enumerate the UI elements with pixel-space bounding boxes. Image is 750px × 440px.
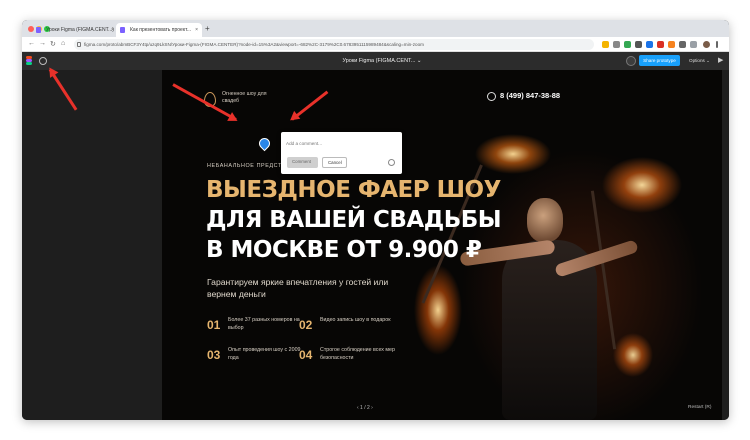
feature-item: 02 Видео запись шоу в подарок [299, 317, 394, 339]
file-title[interactable]: Уроки Figma (FIGMA.CENT... ⌄ [322, 52, 442, 70]
extension-icon[interactable] [668, 41, 675, 48]
feature-item: 03 Опыт проведения шоу с 2009 года [207, 347, 302, 369]
forward-icon[interactable]: → [39, 40, 46, 47]
chevron-down-icon: ⌄ [416, 58, 422, 64]
prototype-canvas[interactable]: Огненное шоу для свадеб 8 (499) 847-38-8… [22, 70, 729, 420]
emoji-icon[interactable] [388, 159, 395, 166]
phone-number[interactable]: 8 (499) 847-38-88 [500, 91, 560, 100]
figma-logo-icon[interactable] [26, 56, 32, 66]
present-icon[interactable]: ▶ [718, 56, 723, 64]
url-text: figma.com/proto/abmBCF3Y4tp/uzq9LkSN/Уро… [84, 42, 424, 47]
extension-icon[interactable] [624, 41, 631, 48]
feature-text: Более 37 разных номеров на выбор [228, 317, 300, 331]
share-prototype-button[interactable]: Share prototype [639, 55, 680, 66]
feature-number: 02 [299, 318, 313, 332]
feature-text: Опыт проведения шоу с 2009 года [228, 347, 301, 361]
close-tab-icon[interactable]: × [195, 23, 198, 37]
feature-item: 01 Более 37 разных номеров на выбор [207, 317, 302, 339]
cancel-comment-button[interactable]: Cancel [322, 157, 347, 168]
extension-icon[interactable] [690, 41, 697, 48]
back-icon[interactable]: ← [28, 40, 35, 47]
tab-strip: Уроки Figma (FIGMA.CENT...) × Как презен… [22, 20, 729, 37]
hero-headline: ВЫЕЗДНОЕ ФАЕР ШОУ ДЛЯ ВАШЕЙ СВАДЬБЫ В МО… [206, 175, 502, 265]
extension-icon[interactable] [646, 41, 653, 48]
extension-icon[interactable] [602, 41, 609, 48]
feature-number: 03 [207, 348, 221, 362]
feature-text: Видео запись шоу в подарок [320, 317, 391, 323]
home-icon[interactable]: ⌂ [61, 40, 65, 47]
feature-text: Строгое соблюдение всех мер безопасности [320, 347, 395, 361]
new-tab-button[interactable]: + [205, 23, 210, 35]
extension-icon[interactable] [657, 41, 664, 48]
eyebrow-text: НЕБАНАЛЬНОЕ ПРЕДСТ... [207, 163, 288, 169]
brand-name: Огненное шоу для свадеб [222, 91, 267, 104]
address-bar[interactable]: figma.com/proto/abmBCF3Y4tp/uzq9LkSN/Уро… [74, 39, 594, 50]
phone-icon [487, 92, 496, 101]
screenshot-stage: Уроки Figma (FIGMA.CENT...) × Как презен… [0, 0, 750, 440]
comment-popup: Comment Cancel [281, 132, 402, 174]
tab-title: Как презентовать проект... [130, 27, 191, 33]
browser-window: Уроки Figma (FIGMA.CENT...) × Как презен… [22, 20, 729, 420]
hero-subtitle: Гарантируем яркие впечатления у гостей и… [207, 277, 389, 299]
close-tab-icon[interactable]: × [111, 23, 114, 37]
feature-list: 01 Более 37 разных номеров на выбор 02 В… [207, 317, 407, 367]
profile-avatar-icon[interactable] [703, 41, 710, 48]
extension-icon[interactable] [613, 41, 620, 48]
comment-tool-icon[interactable] [39, 57, 47, 65]
browser-toolbar: ← → ↻ ⌂ figma.com/proto/abmBCF3Y4tp/uzq9… [22, 37, 729, 52]
tab-title: Уроки Figma (FIGMA.CENT...) [46, 27, 114, 33]
browser-tab-2[interactable]: Как презентовать проект... × [116, 23, 202, 37]
restart-button[interactable]: Restart (R) [688, 405, 711, 410]
options-menu[interactable]: Options ⌄ [689, 52, 710, 70]
page-indicator[interactable]: ‹ 1 / 2 › [357, 405, 373, 411]
headline-line-3: В МОСКВЕ ОТ 9.900 ₽ [206, 237, 482, 263]
landing-page-frame[interactable]: Огненное шоу для свадеб 8 (499) 847-38-8… [162, 70, 722, 420]
figma-prototype-bar: Уроки Figma (FIGMA.CENT... ⌄ Share proto… [22, 52, 729, 70]
feature-number: 04 [299, 348, 313, 362]
post-comment-button[interactable]: Comment [287, 157, 318, 168]
figma-favicon-icon [36, 27, 41, 33]
headline-line-2: ДЛЯ ВАШЕЙ СВАДЬБЫ [206, 207, 502, 233]
feature-number: 01 [207, 318, 221, 332]
lock-icon [77, 42, 81, 47]
user-avatar-icon[interactable] [626, 56, 636, 66]
comment-input[interactable] [286, 139, 386, 148]
browser-tab-1[interactable]: Уроки Figma (FIGMA.CENT...) × [32, 23, 118, 37]
extension-icon[interactable] [635, 41, 642, 48]
headline-line-1: ВЫЕЗДНОЕ ФАЕР ШОУ [206, 177, 501, 203]
performer-head-image [527, 198, 563, 242]
extension-icon[interactable] [679, 41, 686, 48]
browser-menu-icon[interactable] [716, 41, 718, 48]
reload-icon[interactable]: ↻ [50, 40, 56, 48]
figma-favicon-icon [120, 27, 125, 33]
feature-item: 04 Строгое соблюдение всех мер безопасно… [299, 347, 395, 369]
